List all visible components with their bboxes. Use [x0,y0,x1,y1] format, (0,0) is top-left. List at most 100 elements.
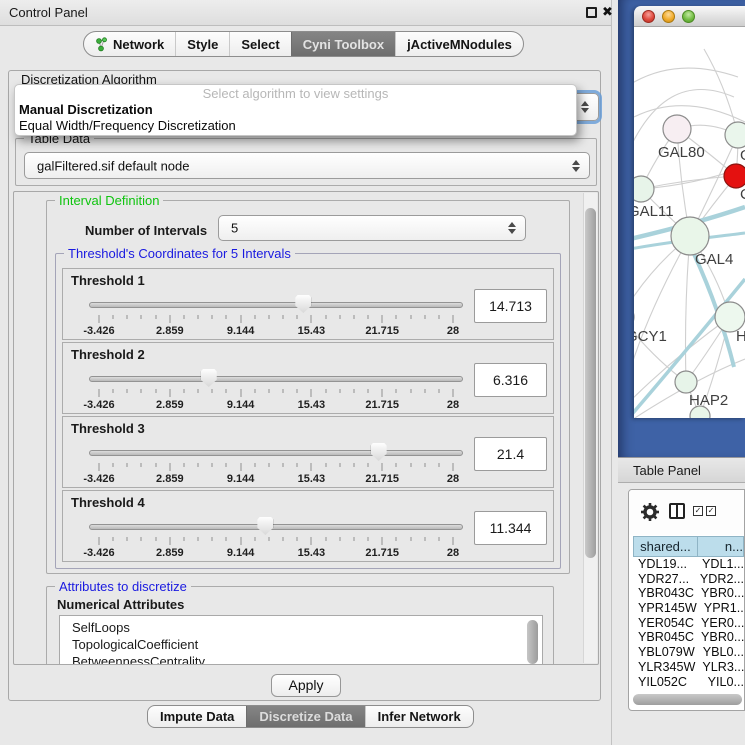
table-cell[interactable]: YLR345W [633,660,695,675]
threshold-value-field[interactable]: 6.316 [474,363,547,397]
slider-tick [339,389,340,393]
table-cell[interactable]: YDR27... [633,572,693,587]
slider-tick [353,315,354,319]
slider-scale-label: 28 [447,325,459,337]
tab-impute-data[interactable]: Impute Data [148,706,246,727]
column-header-shared[interactable]: shared... [633,536,698,557]
close-traffic-light-icon[interactable] [642,10,655,23]
table-cell[interactable]: YER054C [633,616,694,631]
table-row[interactable]: YLR345WYLR3... [633,660,744,675]
tab-jactivemnodules[interactable]: jActiveMNodules [395,32,523,56]
threshold-slider[interactable]: -3.4262.8599.14415.4321.71528 [85,441,467,487]
threshold-slider[interactable]: -3.4262.8599.14415.4321.71528 [85,293,467,339]
checked-box-icon[interactable]: ✓ [693,506,703,516]
tab-style[interactable]: Style [175,32,229,56]
close-icon[interactable]: ✖ [602,4,613,20]
network-canvas[interactable]: GAL80 GA C GAL11 GAL4 GCY1 H HAP2 [634,27,745,418]
numerical-attributes-list[interactable]: SelfLoopsTopologicalCoefficientBetweenne… [59,615,543,665]
network-view-window[interactable]: GAL80 GA C GAL11 GAL4 GCY1 H HAP2 [634,6,745,418]
panel-scrollbar-thumb[interactable] [585,208,596,558]
checked-box-icon[interactable]: ✓ [706,506,716,516]
table-data-combobox[interactable]: galFiltered.sif default node [24,152,590,179]
panel-scrollbar[interactable] [583,193,597,663]
table-cell[interactable]: YER0... [694,616,744,631]
table-cell[interactable]: YDL19... [633,557,695,572]
threshold-value-field[interactable]: 21.4 [474,437,547,471]
table-cell[interactable]: YBL079W [633,645,696,660]
attribute-list-item[interactable]: TopologicalCoefficient [72,636,542,653]
slider-tick [382,315,383,323]
table-row[interactable]: YIL052CYIL0... [633,675,744,690]
table-row[interactable]: YDR27...YDR2... [633,572,744,587]
slider-tick [353,389,354,393]
table-cell[interactable]: YDR2... [693,572,744,587]
node-gal80[interactable] [663,115,691,143]
slider-tick [183,537,184,541]
table-scrollbar-thumb[interactable] [633,694,742,705]
slider-tick [127,463,128,467]
minimize-traffic-light-icon[interactable] [662,10,675,23]
table-cell[interactable]: YBR043C [633,586,694,601]
table-cell[interactable]: YBR0... [694,586,744,601]
threshold-slider[interactable]: -3.4262.8599.14415.4321.71528 [85,515,467,561]
number-of-intervals-combobox[interactable]: 5 [218,215,526,241]
node-gal11[interactable] [634,176,654,202]
slider-handle[interactable] [295,295,311,313]
table-row[interactable]: YER054CYER0... [633,616,744,631]
threshold-value-field[interactable]: 11.344 [474,511,547,545]
table-cell[interactable]: YBL0... [696,645,744,660]
table-row[interactable]: YBR043CYBR0... [633,586,744,601]
attribute-list-item[interactable]: BetweennessCentrality [72,653,542,665]
network-window-titlebar [634,6,745,27]
zoom-traffic-light-icon[interactable] [682,10,695,23]
slider-tick [198,389,199,393]
node-selected-red[interactable] [724,164,745,188]
dropdown-option-manual[interactable]: Manual Discretization [15,102,576,118]
tab-select[interactable]: Select [229,32,290,56]
table-row[interactable]: YBL079WYBL0... [633,645,744,660]
threshold-label: Threshold 2 [71,347,145,362]
slider-tick [339,537,340,541]
interval-group-title: Interval Definition [55,193,163,208]
slider-tick [141,537,142,541]
slider-scale-label: 2.859 [156,325,184,337]
column-header-name[interactable]: n... [698,536,744,557]
float-window-icon[interactable] [586,7,597,18]
slider-tick [212,537,213,541]
node-gal4[interactable] [671,217,709,255]
slider-handle[interactable] [201,369,217,387]
slider-handle[interactable] [257,517,273,535]
tab-network[interactable]: Network [84,32,175,56]
threshold-panel: Threshold 2 -3.4262.8599.14415.4321.7152… [62,342,554,414]
table-cell[interactable]: YDL1... [695,557,744,572]
threshold-value-field[interactable]: 14.713 [474,289,547,323]
tab-infer-network[interactable]: Infer Network [365,706,473,727]
table-cell[interactable]: YBR045C [633,630,694,645]
table-cell[interactable]: YPR1... [697,601,744,616]
slider-tick [353,537,354,541]
interval-definition-group: Interval Definition Number of Intervals … [46,200,570,574]
list-scrollbar-thumb[interactable] [527,620,538,664]
threshold-panel: Threshold 4 -3.4262.8599.14415.4321.7152… [62,490,554,562]
table-cell[interactable]: YBR0... [694,630,744,645]
gear-icon[interactable] [640,502,660,522]
table-cell[interactable]: YLR3... [695,660,744,675]
node-ga[interactable] [725,122,745,148]
attribute-list-item[interactable]: SelfLoops [72,619,542,636]
tab-discretize-data[interactable]: Discretize Data [246,706,364,727]
show-columns-icon[interactable] [669,503,685,519]
slider-handle[interactable] [371,443,387,461]
tab-cyni-toolbox[interactable]: Cyni Toolbox [291,32,395,56]
table-cell[interactable]: YPR145W [633,601,697,616]
table-row[interactable]: YBR045CYBR0... [633,630,744,645]
slider-tick [297,537,298,541]
table-cell[interactable]: YIL0... [701,675,744,690]
table-row[interactable]: YDL19...YDL1... [633,557,744,572]
node-hap2[interactable] [675,371,697,393]
table-row[interactable]: YPR145WYPR1... [633,601,744,616]
dropdown-option-equal-width[interactable]: Equal Width/Frequency Discretization [15,118,576,134]
apply-button[interactable]: Apply [271,674,341,697]
table-cell[interactable]: YIL052C [633,675,701,690]
threshold-slider[interactable]: -3.4262.8599.14415.4321.71528 [85,367,467,413]
table-horizontal-scrollbar[interactable] [633,694,742,706]
